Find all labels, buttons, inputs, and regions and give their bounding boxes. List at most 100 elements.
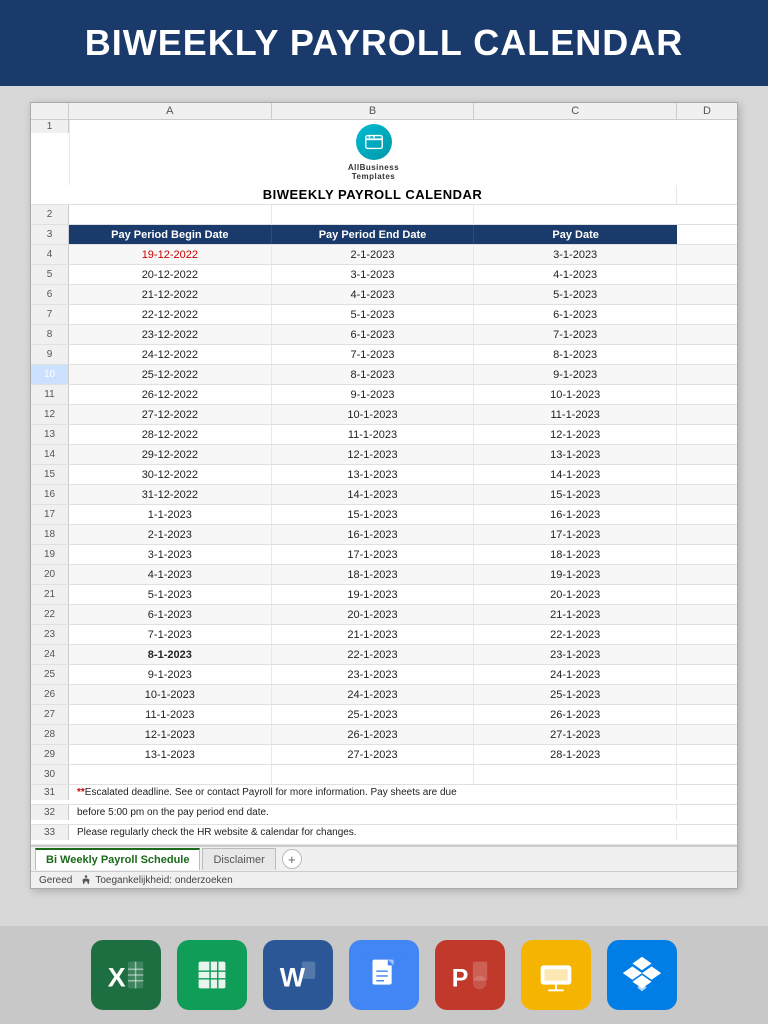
cell-d <box>677 345 737 364</box>
row-num-1: 1 <box>31 120 69 133</box>
logo-text1: AllBusiness <box>348 163 399 172</box>
cell-end-date: 18-1-2023 <box>272 565 475 584</box>
tab-add-button[interactable]: + <box>282 849 302 869</box>
table-row: 5 20-12-2022 3-1-2023 4-1-2023 <box>31 265 737 285</box>
cell-d <box>677 605 737 624</box>
cell-begin-date: 28-12-2022 <box>69 425 272 444</box>
header-pay-date: Pay Date <box>474 225 677 244</box>
cell-end-date: 22-1-2023 <box>272 645 475 664</box>
row-num-12: 12 <box>31 405 69 424</box>
cell-end-date: 5-1-2023 <box>272 305 475 324</box>
notes-text: Please regularly check the HR website & … <box>69 825 677 840</box>
row-num-26: 26 <box>31 685 69 704</box>
powerpoint-icon[interactable]: P <box>435 940 505 1010</box>
table-row: 6 21-12-2022 4-1-2023 5-1-2023 <box>31 285 737 305</box>
row-30-c <box>474 765 677 784</box>
cell-d <box>677 285 737 304</box>
cell-d <box>677 645 737 664</box>
row-num-20: 20 <box>31 565 69 584</box>
cell-pay-date: 3-1-2023 <box>474 245 677 264</box>
cell-end-date: 2-1-2023 <box>272 245 475 264</box>
accessibility-icon: Toegankelijkheid: onderzoeken <box>80 874 232 886</box>
word-icon[interactable]: W <box>263 940 333 1010</box>
sheets-icon[interactable] <box>177 940 247 1010</box>
row-num-31: 31 <box>31 785 69 800</box>
status-bar: Gereed Toegankelijkheid: onderzoeken <box>31 871 737 888</box>
cell-end-date: 14-1-2023 <box>272 485 475 504</box>
row-30: 30 <box>31 765 737 785</box>
cell-begin-date: 29-12-2022 <box>69 445 272 464</box>
dropbox-icon[interactable] <box>607 940 677 1010</box>
cell-end-date: 25-1-2023 <box>272 705 475 724</box>
row-2-a <box>69 205 272 224</box>
cell-d <box>677 265 737 284</box>
cell-d <box>677 325 737 344</box>
cell-d <box>677 465 737 484</box>
cell-end-date: 3-1-2023 <box>272 265 475 284</box>
cell-pay-date: 20-1-2023 <box>474 585 677 604</box>
cell-d <box>677 565 737 584</box>
table-row: 18 2-1-2023 16-1-2023 17-1-2023 <box>31 525 737 545</box>
tab-disclaimer[interactable]: Disclaimer <box>202 848 275 870</box>
table-row: 28 12-1-2023 26-1-2023 27-1-2023 <box>31 725 737 745</box>
row-30-d <box>677 765 737 784</box>
slides-icon[interactable] <box>521 940 591 1010</box>
cell-pay-date: 28-1-2023 <box>474 745 677 764</box>
cell-d <box>677 745 737 764</box>
cell-begin-date: 22-12-2022 <box>69 305 272 324</box>
cell-end-date: 24-1-2023 <box>272 685 475 704</box>
excel-icon[interactable]: X <box>91 940 161 1010</box>
header-end-date: Pay Period End Date <box>272 225 475 244</box>
cell-end-date: 6-1-2023 <box>272 325 475 344</box>
table-row: 22 6-1-2023 20-1-2023 21-1-2023 <box>31 605 737 625</box>
row-num-30: 30 <box>31 765 69 784</box>
row-num-32: 32 <box>31 805 69 820</box>
table-header-row: 3 Pay Period Begin Date Pay Period End D… <box>31 225 737 245</box>
tab-biweekly[interactable]: Bi Weekly Payroll Schedule <box>35 848 200 870</box>
cell-end-date: 7-1-2023 <box>272 345 475 364</box>
row-num-16: 16 <box>31 485 69 504</box>
cell-d <box>677 525 737 544</box>
cell-d <box>677 545 737 564</box>
cell-end-date: 12-1-2023 <box>272 445 475 464</box>
table-row: 7 22-12-2022 5-1-2023 6-1-2023 <box>31 305 737 325</box>
cell-d <box>677 585 737 604</box>
table-row: 17 1-1-2023 15-1-2023 16-1-2023 <box>31 505 737 525</box>
cell-begin-date: 2-1-2023 <box>69 525 272 544</box>
table-row: 10 25-12-2022 8-1-2023 9-1-2023 <box>31 365 737 385</box>
cell-end-date: 9-1-2023 <box>272 385 475 404</box>
cell-end-date: 17-1-2023 <box>272 545 475 564</box>
data-rows: 4 19-12-2022 2-1-2023 3-1-2023 5 20-12-2… <box>31 245 737 765</box>
table-row: 23 7-1-2023 21-1-2023 22-1-2023 <box>31 625 737 645</box>
notes-row: 33 Please regularly check the HR website… <box>31 825 737 845</box>
cell-begin-date: 13-1-2023 <box>69 745 272 764</box>
cell-pay-date: 16-1-2023 <box>474 505 677 524</box>
cell-begin-date: 12-1-2023 <box>69 725 272 744</box>
page-header: BIWEEKLY PAYROLL CALENDAR <box>0 0 768 86</box>
cell-pay-date: 17-1-2023 <box>474 525 677 544</box>
row-num-25: 25 <box>31 665 69 684</box>
cell-pay-date: 11-1-2023 <box>474 405 677 424</box>
notes-rows: 31 ** Escalated deadline. See or contact… <box>31 785 737 845</box>
cell-pay-date: 18-1-2023 <box>474 545 677 564</box>
cell-end-date: 23-1-2023 <box>272 665 475 684</box>
docs-icon[interactable] <box>349 940 419 1010</box>
cell-begin-date: 20-12-2022 <box>69 265 272 284</box>
cell-end-date: 21-1-2023 <box>272 625 475 644</box>
logo-text2: Templates <box>352 172 395 181</box>
cell-end-date: 8-1-2023 <box>272 365 475 384</box>
cell-pay-date: 13-1-2023 <box>474 445 677 464</box>
svg-text:X: X <box>108 963 126 993</box>
status-text1: Gereed <box>39 875 72 886</box>
row-num-28: 28 <box>31 725 69 744</box>
cell-end-date: 11-1-2023 <box>272 425 475 444</box>
table-row: 16 31-12-2022 14-1-2023 15-1-2023 <box>31 485 737 505</box>
cell-begin-date: 8-1-2023 <box>69 645 272 664</box>
cell-pay-date: 9-1-2023 <box>474 365 677 384</box>
row-2: 2 <box>31 205 737 225</box>
notes-d <box>69 800 677 804</box>
row-2-b <box>272 205 475 224</box>
cell-pay-date: 23-1-2023 <box>474 645 677 664</box>
app-icons-bar: X W <box>0 926 768 1024</box>
row-num-8: 8 <box>31 325 69 344</box>
